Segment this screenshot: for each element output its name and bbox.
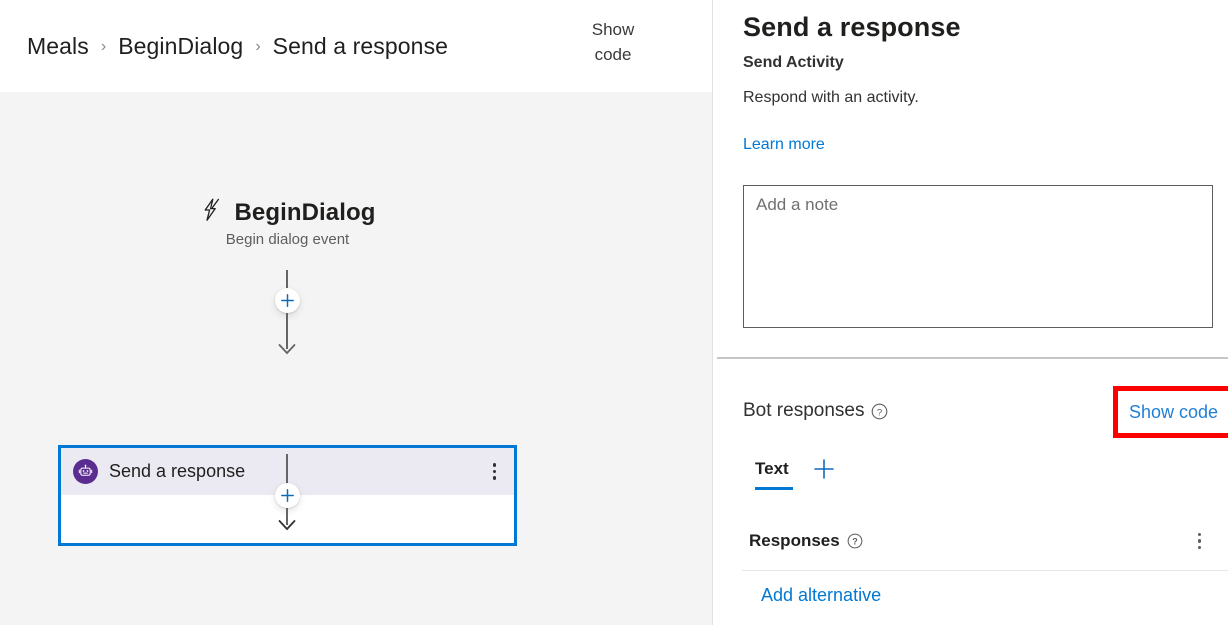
arrow-head-icon [278,342,296,360]
bot-icon [73,459,98,484]
response-type-tabs: Text [755,458,835,491]
tab-text[interactable]: Text [755,459,793,490]
breadcrumb-separator-icon: › [255,38,261,55]
show-code-link[interactable]: Show code [1129,402,1220,423]
breadcrumb-item-begindialog[interactable]: BeginDialog [118,33,243,60]
panel-description: Respond with an activity. [743,89,919,106]
add-node-button-bottom[interactable] [275,483,300,508]
breadcrumb-item-send-a-response[interactable]: Send a response [273,33,448,60]
bot-responses-label: Bot responses [743,400,865,421]
trigger-subtitle: Begin dialog event [225,231,350,248]
app-root: Meals › BeginDialog › Send a response Sh… [0,0,1228,625]
panel-subtitle: Send Activity [743,54,844,71]
show-code-toggle-button[interactable]: Show code [576,18,650,67]
show-code-highlight-box: Show code [1113,386,1228,438]
action-node-label: Send a response [109,461,246,481]
add-response-type-plus-icon[interactable] [813,458,835,480]
responses-section-header: Responses ? [749,530,1205,552]
question-circle-icon[interactable]: ? [847,533,863,549]
trigger-node[interactable]: BeginDialog Begin dialog event [0,197,575,248]
responses-label-group: Responses ? [749,531,863,551]
breadcrumb: Meals › BeginDialog › Send a response [27,33,448,60]
action-node-kebab-menu-icon[interactable] [489,460,500,482]
trigger-title: BeginDialog [234,198,376,226]
responses-kebab-menu-icon[interactable] [1194,530,1205,552]
add-node-button-top[interactable] [275,288,300,313]
note-input[interactable] [743,185,1213,328]
bot-responses-section-header: Bot responses ? [743,400,888,422]
responses-divider [742,570,1228,572]
dialog-canvas-pane: Meals › BeginDialog › Send a response Sh… [0,0,713,625]
panel-divider [717,357,1228,359]
arrow-head-icon [278,518,296,536]
learn-more-link[interactable]: Learn more [743,136,825,154]
breadcrumb-item-meals[interactable]: Meals [27,33,89,60]
responses-label: Responses [749,531,840,551]
question-circle-icon[interactable]: ? [871,403,888,420]
svg-text:?: ? [852,537,858,547]
page-title: Send a response [743,12,961,42]
trigger-title-row: BeginDialog [0,197,575,228]
svg-text:?: ? [877,407,882,418]
breadcrumb-separator-icon: › [100,38,107,55]
lightning-bolt-icon [199,197,225,228]
breadcrumb-bar: Meals › BeginDialog › Send a response Sh… [0,0,712,92]
add-alternative-link[interactable]: Add alternative [761,585,881,606]
flow-canvas[interactable]: BeginDialog Begin dialog event Send a re… [0,92,712,625]
